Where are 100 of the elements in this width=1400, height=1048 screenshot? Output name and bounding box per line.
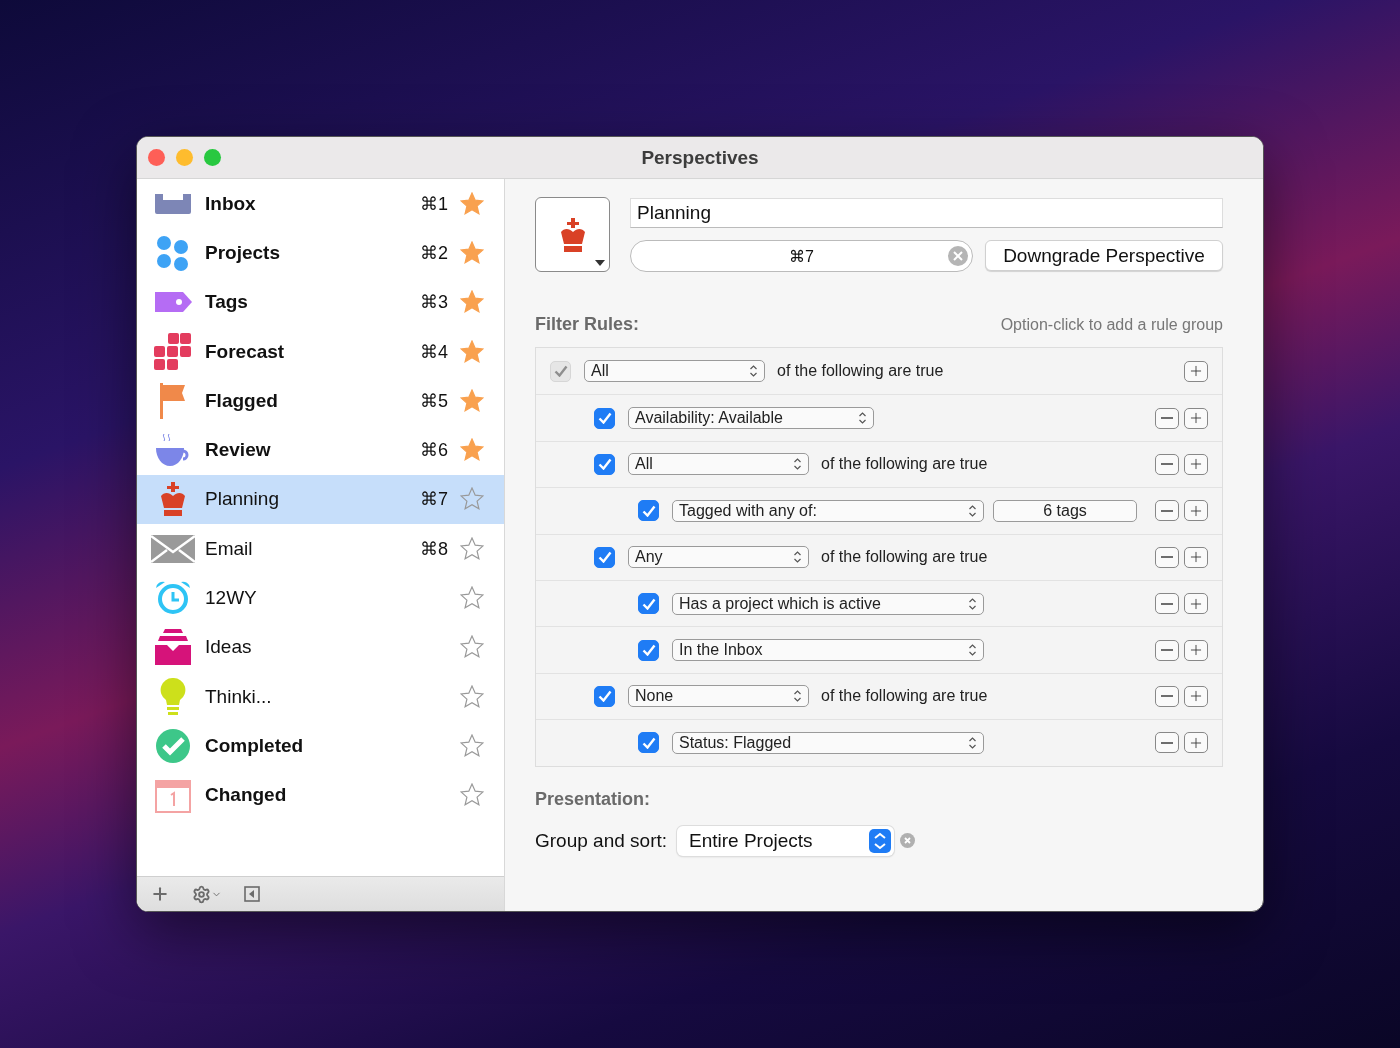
sidebar-item[interactable]: Flagged ⌘5: [137, 376, 504, 426]
crown-icon: [558, 217, 587, 252]
perspective-name: Email: [205, 537, 254, 560]
star-icon[interactable]: [460, 290, 484, 315]
star-icon[interactable]: [460, 536, 484, 561]
grid-icon: [154, 332, 192, 371]
perspective-name: Review: [205, 439, 272, 462]
sidebar-item[interactable]: Inbox ⌘1: [137, 179, 504, 229]
hint-text: Option-click to add a rule group: [1000, 316, 1223, 334]
minus-icon: [1161, 556, 1173, 559]
minus-icon: [1161, 695, 1173, 698]
group-sort-popup[interactable]: Entire Projects: [677, 825, 895, 856]
group-sort-label: Group and sort:: [535, 829, 668, 852]
envelope-icon: [151, 534, 195, 563]
sidebar-icon: [244, 886, 260, 902]
sidebar-item[interactable]: Thinki...: [137, 671, 504, 722]
up-down-arrows-icon: [749, 364, 758, 379]
tray-icon: [154, 193, 192, 214]
perspective-name: Changed: [205, 784, 288, 807]
group-label: of the following are true: [821, 687, 988, 706]
stacked-tray-icon: [155, 629, 191, 666]
perspective-name: Flagged: [205, 389, 279, 412]
checkmark-icon: [641, 597, 656, 610]
clear-icon[interactable]: [948, 246, 968, 266]
name-field[interactable]: Planning: [630, 198, 1223, 228]
star-icon[interactable]: [460, 487, 484, 512]
star-icon[interactable]: [460, 586, 484, 610]
sidebar-item[interactable]: Completed: [137, 721, 504, 771]
icon-picker[interactable]: [535, 197, 610, 272]
flag-icon: [158, 382, 188, 419]
up-down-arrows-icon: [793, 457, 802, 472]
settings-button[interactable]: [192, 884, 222, 904]
section-title: Filter Rules:: [535, 314, 641, 335]
perspective-name: 12WY: [205, 587, 258, 609]
sidebar-item[interactable]: Planning ⌘7: [137, 474, 504, 525]
shortcut-label: ⌘5: [420, 389, 448, 412]
star-icon[interactable]: [460, 388, 484, 413]
checkmark-icon: [597, 551, 612, 564]
up-down-arrows-icon: [968, 643, 977, 658]
sidebar-item[interactable]: Review ⌘6: [137, 425, 504, 475]
sidebar-item[interactable]: Tags ⌘3: [137, 277, 504, 327]
up-down-arrows-icon: [858, 411, 867, 426]
star-icon[interactable]: [460, 684, 484, 709]
add-button[interactable]: [150, 884, 170, 904]
sidebar-item[interactable]: Forecast ⌘4: [137, 326, 504, 377]
star-icon[interactable]: [460, 240, 484, 265]
group-label: of the following are true: [777, 362, 944, 381]
up-down-arrows-icon: [968, 503, 977, 518]
checkmark-icon: [553, 365, 568, 378]
sidebar-item[interactable]: 12WY: [137, 573, 504, 623]
shortcut-label: ⌘3: [420, 291, 448, 314]
downgrade-button[interactable]: Downgrade Perspective: [985, 240, 1223, 271]
checkmark-icon: [597, 458, 612, 471]
group-label: of the following are true: [821, 455, 988, 474]
checkmark-icon: [597, 412, 612, 425]
perspective-name: Thinki...: [205, 685, 273, 708]
perspective-name: Forecast: [205, 340, 286, 363]
perspective-name: Inbox: [205, 192, 257, 215]
perspective-name: Ideas: [205, 636, 253, 659]
up-down-arrows-icon: [968, 596, 977, 611]
sidebar-item[interactable]: Projects ⌘2: [137, 228, 504, 278]
sidebar-toggle-button[interactable]: [244, 886, 260, 902]
up-down-arrows-icon: [793, 550, 802, 565]
clear-icon[interactable]: [900, 833, 916, 848]
sidebar-item[interactable]: Email ⌘8: [137, 524, 504, 574]
shortcut-field[interactable]: ⌘7: [630, 240, 973, 272]
crown-icon: [159, 482, 187, 517]
shortcut-label: ⌘8: [420, 537, 448, 560]
star-icon[interactable]: [460, 783, 484, 808]
minus-icon: [1161, 741, 1173, 744]
shortcut-label: ⌘7: [420, 488, 448, 511]
minus-icon: [1161, 649, 1173, 652]
dots-icon: [156, 234, 190, 271]
perspective-name: Planning: [205, 488, 280, 511]
star-icon[interactable]: [460, 438, 484, 463]
plus-icon: [150, 884, 170, 904]
shortcut-label: ⌘6: [420, 439, 448, 462]
close-button[interactable]: [148, 149, 165, 166]
window-title: Perspectives: [641, 146, 759, 169]
star-icon[interactable]: [460, 339, 484, 364]
shortcut-label: ⌘4: [420, 340, 448, 363]
up-down-arrows-icon: [793, 689, 802, 704]
up-down-arrows-icon: [968, 735, 977, 750]
sidebar-item[interactable]: Changed: [137, 770, 504, 820]
gear-icon: [192, 884, 211, 904]
checkmark-icon: [641, 736, 656, 749]
perspective-name: Projects: [205, 241, 281, 264]
minus-icon: [1161, 509, 1173, 512]
tag-icon: [154, 292, 192, 313]
minus-icon: [1161, 602, 1173, 605]
star-icon[interactable]: [460, 191, 484, 216]
sidebar-item[interactable]: Ideas: [137, 622, 504, 672]
check-circle-icon: [155, 727, 191, 764]
checkmark-icon: [641, 504, 656, 517]
calendar-icon: [155, 777, 191, 814]
star-icon[interactable]: [460, 733, 484, 758]
shortcut-label: ⌘1: [420, 192, 448, 215]
shortcut-label: ⌘2: [420, 241, 448, 264]
star-icon[interactable]: [460, 635, 484, 660]
zoom-button[interactable]: [204, 149, 221, 166]
